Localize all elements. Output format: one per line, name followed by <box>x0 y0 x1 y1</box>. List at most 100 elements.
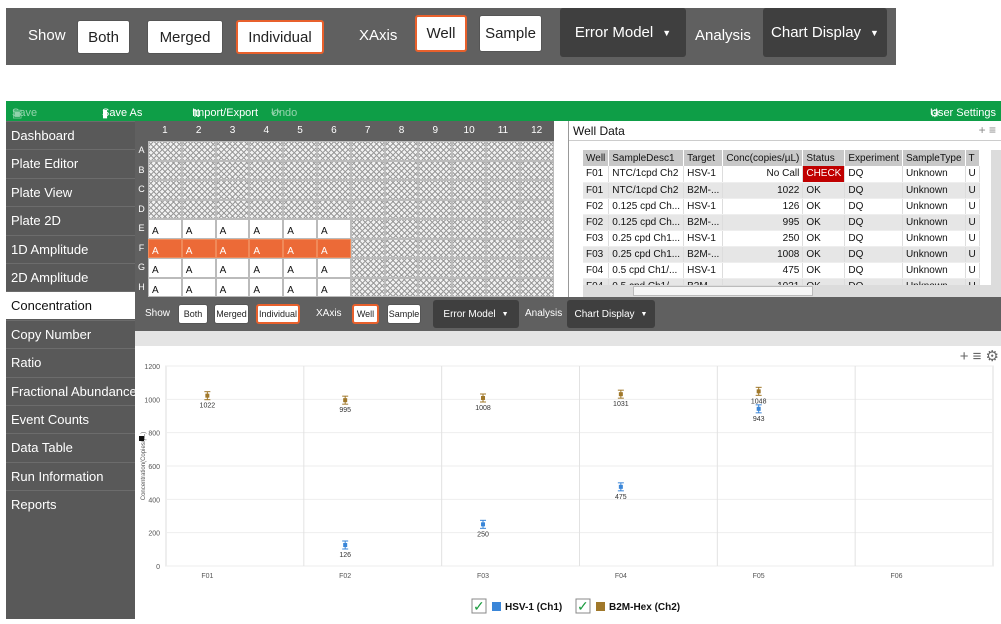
plate-well[interactable] <box>452 199 486 219</box>
plate-well[interactable] <box>384 219 419 239</box>
plate-well[interactable] <box>519 160 554 180</box>
plate-column-header[interactable]: 11 <box>486 121 520 141</box>
plate-well[interactable]: A <box>283 219 317 239</box>
sidebar-item[interactable]: Plate Editor <box>6 149 135 177</box>
column-header[interactable]: Target <box>683 150 724 166</box>
plate-well[interactable]: A <box>249 238 284 258</box>
plate-well[interactable] <box>350 219 385 239</box>
plate-column-header[interactable]: 3 <box>215 121 250 141</box>
sidebar-item[interactable]: Concentration <box>6 291 135 320</box>
both-button[interactable]: Both <box>178 304 208 324</box>
plate-well[interactable]: A <box>317 238 351 258</box>
plate-well[interactable] <box>418 199 453 219</box>
plate-well[interactable] <box>519 199 554 219</box>
plate-well[interactable] <box>350 160 385 180</box>
column-header[interactable]: Well <box>583 150 610 166</box>
plate-well[interactable] <box>350 180 385 200</box>
scrollbar-thumb[interactable] <box>633 286 813 296</box>
data-point[interactable] <box>481 396 486 400</box>
plate-well[interactable] <box>181 141 216 161</box>
plate-well[interactable] <box>249 180 284 200</box>
plate-well[interactable] <box>418 238 453 258</box>
table-row[interactable]: F02 0.125 cpd Ch... HSV-1 126 OK DQ Unknown U <box>583 198 980 215</box>
plate-well[interactable]: A <box>283 258 317 278</box>
plate-well[interactable]: A <box>215 277 250 297</box>
individual-button[interactable]: Individual <box>256 304 300 324</box>
plate-well[interactable] <box>148 199 182 219</box>
panel-menu-icon[interactable]: + ≡ <box>979 123 996 137</box>
column-header[interactable]: Conc(copies/µL) <box>722 150 804 166</box>
plate-well[interactable] <box>486 199 520 219</box>
plate-well[interactable] <box>519 258 554 278</box>
column-header[interactable]: T <box>965 150 980 166</box>
plate-well[interactable] <box>486 141 520 161</box>
plate-well[interactable] <box>519 238 554 258</box>
plate-well[interactable] <box>215 141 250 161</box>
sidebar-item[interactable]: Dashboard <box>6 121 135 149</box>
plate-column-header[interactable]: 1 <box>148 121 182 141</box>
plate-well[interactable] <box>148 180 182 200</box>
well-button[interactable]: Well <box>352 304 379 324</box>
plate-well[interactable] <box>452 258 486 278</box>
column-header[interactable]: SampleDesc1 <box>608 150 685 166</box>
plate-well[interactable] <box>215 199 250 219</box>
plate-well[interactable] <box>418 219 453 239</box>
both-button[interactable]: Both <box>77 20 130 54</box>
plate-well[interactable]: A <box>181 238 216 258</box>
plate-well[interactable] <box>249 141 284 161</box>
table-row[interactable]: F02 0.125 cpd Ch... B2M-... 995 OK DQ Unknown U <box>583 214 980 231</box>
plate-well[interactable] <box>452 160 486 180</box>
sidebar-item[interactable]: Reports <box>6 490 135 518</box>
plate-row-header[interactable]: F <box>135 238 148 258</box>
plate-well[interactable] <box>486 277 520 297</box>
plate-well[interactable] <box>486 238 520 258</box>
plate-well[interactable] <box>215 180 250 200</box>
sidebar-item[interactable]: Ratio <box>6 348 135 376</box>
plate-well[interactable] <box>283 199 317 219</box>
plate-row-header[interactable]: A <box>135 141 148 161</box>
plate-column-header[interactable]: 9 <box>418 121 453 141</box>
plate-well[interactable]: A <box>148 219 182 239</box>
well-button[interactable]: Well <box>415 15 467 52</box>
plate-well[interactable] <box>452 277 486 297</box>
sidebar-item[interactable]: Fractional Abundance <box>6 376 137 405</box>
plate-well[interactable] <box>384 238 419 258</box>
table-row[interactable]: F04 0.5 cpd Ch1/... HSV-1 475 OK DQ Unknown U <box>583 262 980 279</box>
plate-column-header[interactable]: 4 <box>249 121 284 141</box>
horizontal-scrollbar[interactable] <box>583 285 1001 297</box>
plate-well[interactable]: A <box>249 258 284 278</box>
table-row[interactable]: F03 0.25 cpd Ch1... B2M-... 1008 OK DQ Unknown… <box>583 246 980 263</box>
chart-display-dropdown[interactable]: Chart Display ▼ <box>763 8 887 57</box>
column-header[interactable]: SampleType <box>902 150 966 166</box>
plate-well[interactable] <box>384 258 419 278</box>
plate-well[interactable] <box>148 141 182 161</box>
merged-button[interactable]: Merged <box>147 20 223 54</box>
plate-well[interactable] <box>249 160 284 180</box>
plate-well[interactable]: A <box>181 277 216 297</box>
error-model-dropdown[interactable]: Error Model ▼ <box>433 300 519 328</box>
sidebar-item[interactable]: 1D Amplitude <box>6 234 135 263</box>
sidebar-item[interactable]: Plate 2D <box>6 206 135 234</box>
plate-well[interactable] <box>350 258 385 278</box>
plate-well[interactable] <box>350 141 385 161</box>
plate-well[interactable] <box>283 141 317 161</box>
plate-row-header[interactable]: D <box>135 199 148 219</box>
plate-row-header[interactable]: H <box>135 277 148 297</box>
plate-well[interactable] <box>215 160 250 180</box>
data-point[interactable] <box>343 398 348 403</box>
plate-well[interactable] <box>452 180 486 200</box>
plate-well[interactable] <box>519 180 554 200</box>
sidebar-item[interactable]: Plate View <box>6 177 135 206</box>
plate-well[interactable] <box>452 219 486 239</box>
data-point[interactable] <box>481 522 486 527</box>
plate-well[interactable] <box>384 277 419 297</box>
plate-well[interactable]: A <box>249 277 284 297</box>
plate-well[interactable] <box>317 199 351 219</box>
data-point[interactable] <box>343 543 348 547</box>
plate-well[interactable] <box>384 160 419 180</box>
plate-well[interactable] <box>350 238 385 258</box>
plate-well[interactable] <box>384 180 419 200</box>
data-point[interactable] <box>205 393 210 398</box>
plate-well[interactable] <box>181 180 216 200</box>
plate-well[interactable] <box>519 141 554 161</box>
